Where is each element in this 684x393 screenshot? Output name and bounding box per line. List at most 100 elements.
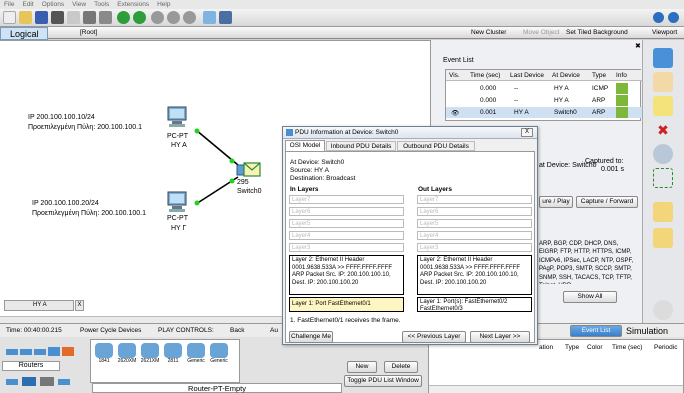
challenge-me-button[interactable]: Challenge Me [289, 331, 333, 343]
event-last-device: HY A [514, 109, 529, 116]
previous-layer-button[interactable]: << Previous Layer [402, 331, 466, 343]
pc1-device-icon[interactable] [166, 106, 188, 128]
open-folder-icon[interactable] [19, 11, 32, 24]
tab-outbound-pdu-details[interactable]: Outbound PDU Details [397, 141, 475, 151]
select-tool-icon[interactable] [653, 48, 673, 68]
in-layer-1[interactable]: Layer 1: Port FastEthernet0/1 [289, 297, 404, 312]
auto-capture-button[interactable]: Au [270, 327, 278, 334]
event-last-device: -- [514, 85, 519, 92]
device-model-generic-2[interactable]: Generic [209, 343, 229, 368]
copy-icon[interactable] [83, 11, 96, 24]
set-tiled-background-button[interactable]: Set Tiled Background [566, 29, 628, 36]
out-layer-1[interactable]: Layer 1: Port(s): FastEthernet0/2 FastEt… [417, 297, 532, 312]
resize-shape-icon[interactable] [653, 168, 673, 188]
in-layer-3[interactable]: Layer3 [289, 243, 404, 252]
delete-tool-icon[interactable]: ✖ [653, 120, 673, 140]
toggle-pdu-list-button[interactable]: Toggle PDU List Window [344, 375, 422, 387]
hand-tool-icon[interactable] [653, 72, 673, 92]
logical-tab[interactable]: Logical [0, 27, 48, 40]
event-info-color[interactable] [616, 83, 628, 94]
event-type: ARP [592, 109, 606, 116]
menu-view[interactable]: View [72, 0, 86, 9]
new-file-icon[interactable] [3, 11, 16, 24]
root-label[interactable]: [Root] [80, 29, 97, 36]
event-list-button[interactable]: Event List [570, 325, 622, 337]
custom-device-icon[interactable] [219, 11, 232, 24]
device-model-list: 1841 2620XM 2621XM 2811 Generic Generic [90, 339, 240, 383]
out-layer-4[interactable]: Layer4 [417, 231, 532, 240]
pdu-source: Source: HY A [290, 167, 329, 174]
panel-close-icon[interactable]: ✖ [635, 42, 641, 50]
device-model-2811[interactable]: 2811 [163, 343, 183, 368]
back-button[interactable]: Back [230, 327, 244, 334]
in-layer-6[interactable]: Layer6 [289, 207, 404, 216]
out-layer-2[interactable]: Layer 2: Ethernet II Header 0001.9638.53… [417, 255, 532, 295]
switch-device-icon[interactable] [236, 161, 262, 181]
move-object-button[interactable]: Move Object [523, 29, 560, 36]
device-category-icons[interactable] [4, 345, 84, 359]
simulation-mode-icon[interactable] [653, 300, 673, 320]
device-tab-close-button[interactable]: X [75, 300, 84, 311]
paste-icon[interactable] [99, 11, 112, 24]
pdu-list-scrollbar[interactable] [429, 385, 683, 393]
note-tool-icon[interactable] [653, 96, 673, 116]
in-layer-5[interactable]: Layer5 [289, 219, 404, 228]
out-layer-3[interactable]: Layer3 [417, 243, 532, 252]
capture-play-button[interactable]: ure / Play [539, 196, 573, 208]
event-row[interactable]: 0.000 -- HY A ARP [446, 95, 642, 106]
in-layer-7[interactable]: Layer7 [289, 195, 404, 204]
menu-help[interactable]: Help [157, 0, 170, 9]
tab-osi-model[interactable]: OSI Model [285, 140, 325, 151]
tab-inbound-pdu-details[interactable]: Inbound PDU Details [326, 141, 396, 151]
device-model-generic-1[interactable]: Generic [186, 343, 206, 368]
out-layer-7[interactable]: Layer7 [417, 195, 532, 204]
viewport-button[interactable]: Viewport [652, 29, 677, 36]
capture-forward-button[interactable]: Capture / Forward [576, 196, 638, 208]
zoom-reset-icon[interactable] [167, 11, 180, 24]
new-cluster-button[interactable]: New Cluster [471, 29, 506, 36]
next-layer-button[interactable]: Next Layer >> [470, 331, 530, 343]
out-layer-6[interactable]: Layer6 [417, 207, 532, 216]
zoom-in-icon[interactable] [151, 11, 164, 24]
menu-edit[interactable]: Edit [22, 0, 33, 9]
menu-extensions[interactable]: Extensions [117, 0, 149, 9]
palette-icon[interactable] [203, 11, 216, 24]
device-model-2620xm[interactable]: 2620XM [117, 343, 137, 368]
undo-icon[interactable] [117, 11, 130, 24]
inspect-tool-icon[interactable] [653, 144, 673, 164]
pc2-device-icon[interactable] [166, 191, 188, 213]
event-row[interactable]: 0.000 -- HY A ICMP [446, 83, 642, 94]
activity-wizard-icon[interactable] [67, 11, 80, 24]
zoom-out-icon[interactable] [183, 11, 196, 24]
dialog-close-button[interactable]: X [521, 128, 533, 137]
pdu-destination: Destination: Broadcast [290, 175, 356, 182]
dialog-title-bar[interactable]: PDU Information at Device: Switch0 X [283, 127, 537, 139]
menu-tools[interactable]: Tools [94, 0, 109, 9]
delete-scenario-button[interactable]: Delete [384, 361, 418, 373]
add-complex-pdu-icon[interactable] [653, 228, 673, 248]
menu-file[interactable]: File [4, 0, 14, 9]
show-all-button[interactable]: Show All [563, 291, 617, 303]
menu-options[interactable]: Options [42, 0, 64, 9]
device-model-2621xm[interactable]: 2621XM [140, 343, 160, 368]
event-row-selected[interactable]: 👁 0.001 HY A Switch0 ARP [446, 107, 642, 118]
pdu-at-device: At Device: Switch0 [290, 159, 345, 166]
event-info-color[interactable] [616, 107, 628, 118]
new-scenario-button[interactable]: New [347, 361, 377, 373]
in-layer-4[interactable]: Layer4 [289, 231, 404, 240]
print-icon[interactable] [51, 11, 64, 24]
device-subcategory-icons[interactable] [4, 375, 84, 391]
device-tab-hy-a[interactable]: HY A [4, 300, 74, 311]
power-cycle-button[interactable]: Power Cycle Devices [80, 327, 141, 334]
device-model-1841[interactable]: 1841 [94, 343, 114, 368]
osi-model-pane: At Device: Switch0 Source: HY A Destinat… [285, 151, 535, 343]
out-layer-5[interactable]: Layer5 [417, 219, 532, 228]
event-info-color[interactable] [616, 95, 628, 106]
save-icon[interactable] [35, 11, 48, 24]
simulation-mode-label[interactable]: Simulation [626, 326, 668, 336]
info-icon[interactable] [653, 12, 664, 23]
add-simple-pdu-icon[interactable] [653, 202, 673, 222]
redo-icon[interactable] [133, 11, 146, 24]
in-layer-2[interactable]: Layer 2: Ethernet II Header 0001.9638.53… [289, 255, 404, 295]
help-icon[interactable] [668, 12, 679, 23]
